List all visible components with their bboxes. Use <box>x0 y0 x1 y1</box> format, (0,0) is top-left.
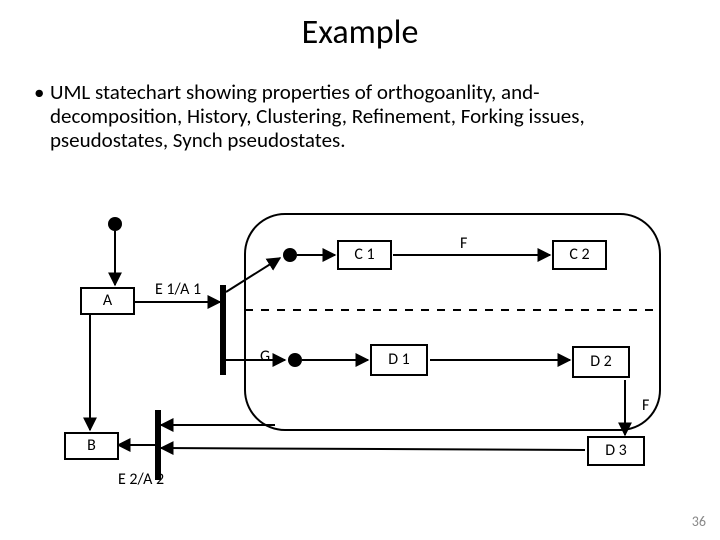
label-E2A2: E 2/A 2 <box>118 470 164 489</box>
initial-pseudostate-top-region-icon <box>283 248 297 262</box>
initial-pseudostate-bottom-region-icon <box>288 353 302 367</box>
statechart-diagram: A B C 1 C 2 D 1 D 2 D 3 E 1/A 1 E 2/A 2 … <box>60 210 670 500</box>
initial-pseudostate-icon <box>108 217 122 231</box>
state-D2: D 2 <box>572 346 630 378</box>
bullet-content: UML statechart showing properties of ort… <box>50 80 670 152</box>
state-C2: C 2 <box>552 240 607 270</box>
state-D3: D 3 <box>587 436 645 466</box>
label-E1A1: E 1/A 1 <box>155 280 201 299</box>
state-A: A <box>80 287 135 315</box>
transition-fork-to-top-region <box>226 258 280 292</box>
state-C1: C 1 <box>337 240 392 270</box>
state-B: B <box>64 432 119 460</box>
slide-number: 36 <box>692 513 706 530</box>
fork-bar-top <box>220 285 226 375</box>
state-D1: D 1 <box>370 344 428 376</box>
label-F-top: F <box>460 234 467 253</box>
label-G: G <box>260 347 270 366</box>
bullet-text: •UML statechart showing properties of or… <box>34 80 684 152</box>
transition-D3-to-join <box>161 448 585 450</box>
label-F-right: F <box>642 396 649 415</box>
slide-title: Example <box>0 12 720 53</box>
